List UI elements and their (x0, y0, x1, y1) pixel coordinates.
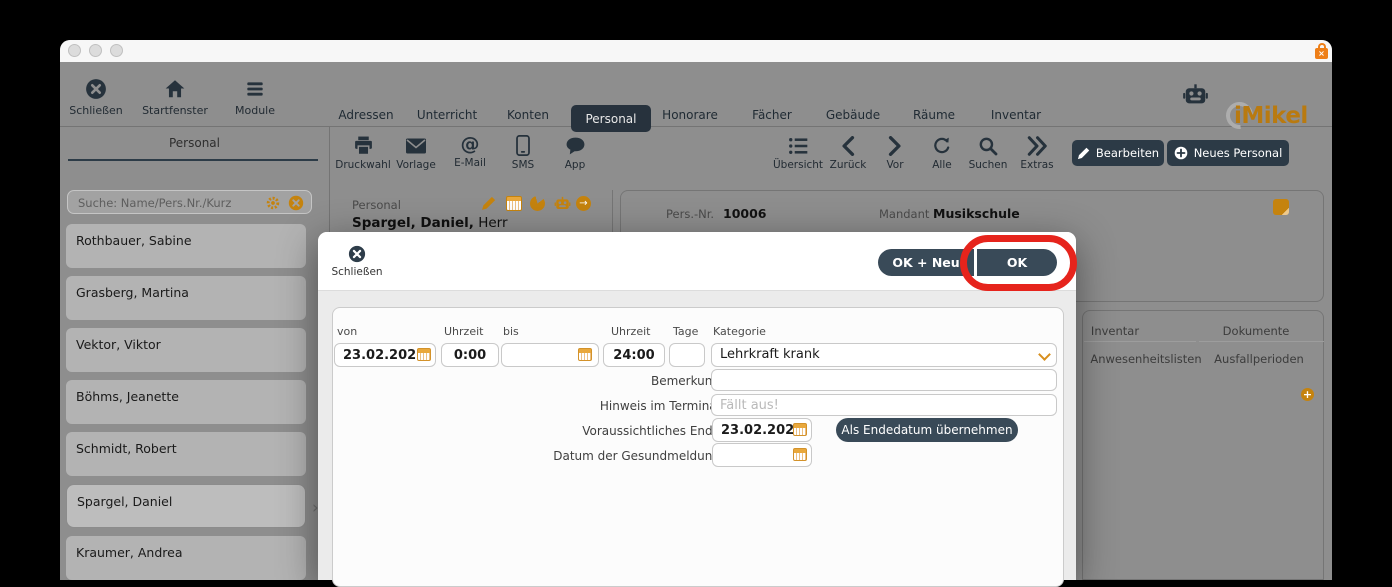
search-input[interactable] (76, 193, 260, 213)
plus-circle-icon (1174, 146, 1188, 160)
printer-icon (353, 136, 374, 156)
app-button[interactable]: App (532, 136, 618, 171)
panel-divider (612, 190, 613, 232)
tage-label: Tage (673, 325, 698, 338)
bearbeiten-button[interactable]: Bearbeiten (1072, 140, 1164, 166)
arrow-circle-icon[interactable]: → (576, 196, 591, 211)
at-icon: @ (461, 134, 480, 154)
mandant-value: Musikschule (933, 206, 1020, 221)
ok-neu-button[interactable]: OK + Neu (878, 249, 974, 276)
kategorie-select[interactable]: Lehrkraft krank (711, 343, 1057, 367)
close-circle-icon[interactable] (348, 245, 366, 263)
start-window-button[interactable]: Startfenster (130, 78, 220, 117)
pencil-icon[interactable] (481, 196, 496, 211)
robot-icon[interactable] (554, 196, 571, 212)
calendar-icon[interactable] (578, 348, 592, 361)
calendar-icon[interactable] (506, 196, 522, 211)
imikel-logo: iMikel (1226, 100, 1318, 134)
neues-personal-button[interactable]: Neues Personal (1167, 140, 1289, 166)
sidebar-search (67, 190, 312, 214)
tab-honorare[interactable]: Honorare (662, 108, 718, 122)
pencil-icon (1077, 147, 1090, 160)
sidebar-personal-list: Personal Rothbauer, Sabine Grasberg, Mar… (60, 127, 330, 580)
tab-inventar[interactable]: Inventar (1091, 324, 1139, 338)
dialog-form-panel: von Uhrzeit bis Uhrzeit Tage Kategorie L… (332, 307, 1064, 587)
traffic-light-minimize-icon[interactable] (89, 44, 102, 57)
pers-nr-value: 10006 (723, 206, 767, 221)
hinweis-terminal-field[interactable] (711, 394, 1057, 416)
tab-anwesenheitslisten[interactable]: Anwesenheitslisten (1090, 352, 1201, 366)
dialog-header: Schließen OK + Neu OK (318, 232, 1076, 291)
envelope-icon (405, 136, 427, 156)
note-icon[interactable] (1273, 199, 1289, 215)
sidebar-title: Personal (60, 136, 329, 150)
mandant-label: Mandant (879, 207, 929, 221)
title-bar: × (60, 40, 1332, 62)
tab-inventar[interactable]: Inventar (991, 108, 1041, 122)
record-panel-title: Personal (352, 198, 401, 212)
bemerkung-label: Bemerkung (470, 374, 720, 388)
list-item[interactable]: Schmidt, Robert (66, 432, 306, 476)
ausfallperiode-dialog: Schließen OK + Neu OK von Uhrzeit bis Uh… (318, 232, 1076, 580)
sidebar-title-underline (68, 159, 318, 161)
menu-icon (244, 78, 266, 100)
tage-field[interactable] (669, 343, 705, 367)
dialog-close-label[interactable]: Schließen (327, 266, 387, 278)
tab-personal[interactable]: Personal (571, 105, 651, 132)
home-icon (164, 78, 186, 100)
gear-icon[interactable] (265, 195, 281, 211)
bemerkung-field[interactable] (711, 369, 1057, 391)
close-module-button[interactable]: Schließen (60, 78, 141, 117)
tab-faecher[interactable]: Fächer (752, 108, 792, 122)
extras-button[interactable]: Extras (994, 136, 1080, 171)
calendar-icon[interactable] (417, 348, 431, 361)
uhrzeit-bis-field[interactable] (603, 343, 665, 367)
uhrzeit-von-field[interactable] (441, 343, 499, 367)
tab-raeume[interactable]: Räume (913, 108, 955, 122)
hinweis-terminal-label: Hinweis im Terminal (470, 399, 720, 413)
list-item[interactable]: Rothbauer, Sabine (66, 224, 306, 268)
tab-divider (1084, 341, 1196, 342)
double-chevron-icon (1026, 136, 1048, 156)
tab-adressen[interactable]: Adressen (338, 108, 393, 122)
tab-gebaeude[interactable]: Gebäude (826, 108, 880, 122)
tab-dokumente[interactable]: Dokumente (1223, 324, 1290, 338)
ok-button[interactable]: OK (977, 249, 1057, 276)
list-item[interactable]: Kraumer, Andrea (66, 536, 306, 580)
top-nav-bar: Schließen Startfenster Module Adressen U… (60, 62, 1332, 127)
record-person-name: Spargel, Daniel, Herr (352, 215, 508, 231)
datum-gesundmeldung-label: Datum der Gesundmeldung (470, 449, 720, 463)
close-circle-icon (85, 78, 107, 100)
record-tabs-panel: Inventar Dokumente Anwesenheitslisten Au… (1082, 310, 1324, 580)
add-entry-plus-icon[interactable]: + (1301, 388, 1314, 401)
voraussichtliches-ende-label: Voraussichtliches Ende (470, 424, 720, 438)
tab-unterricht[interactable]: Unterricht (417, 108, 477, 122)
lock-icon: × (1315, 43, 1328, 59)
pie-chart-icon[interactable] (530, 196, 545, 211)
uhrzeit2-label: Uhrzeit (611, 325, 650, 338)
tab-ausfallperioden[interactable]: Ausfallperioden (1214, 352, 1304, 366)
pers-nr-label: Pers.-Nr. (666, 207, 714, 221)
list-item[interactable]: Vektor, Viktor (66, 328, 306, 372)
kategorie-label: Kategorie (713, 325, 766, 338)
tab-konten[interactable]: Konten (507, 108, 549, 122)
phone-icon (516, 135, 530, 156)
traffic-light-close-icon[interactable] (68, 44, 81, 57)
bis-label: bis (503, 325, 519, 338)
list-item-selected[interactable]: Spargel, Daniel (66, 484, 306, 528)
speech-bubble-icon (565, 136, 586, 156)
list-item[interactable]: Grasberg, Martina (66, 276, 306, 320)
uhrzeit1-label: Uhrzeit (444, 325, 483, 338)
tab-divider (1199, 341, 1324, 342)
von-label: von (337, 325, 357, 338)
als-endedatum-button[interactable]: Als Endedatum übernehmen (836, 418, 1018, 442)
robot-icon[interactable] (1182, 83, 1209, 108)
list-item[interactable]: Böhms, Jeanette (66, 380, 306, 424)
clear-search-icon[interactable] (288, 195, 304, 211)
calendar-icon[interactable] (793, 423, 807, 436)
modules-button[interactable]: Module (210, 78, 300, 117)
calendar-icon[interactable] (793, 448, 807, 461)
traffic-light-zoom-icon[interactable] (110, 44, 123, 57)
